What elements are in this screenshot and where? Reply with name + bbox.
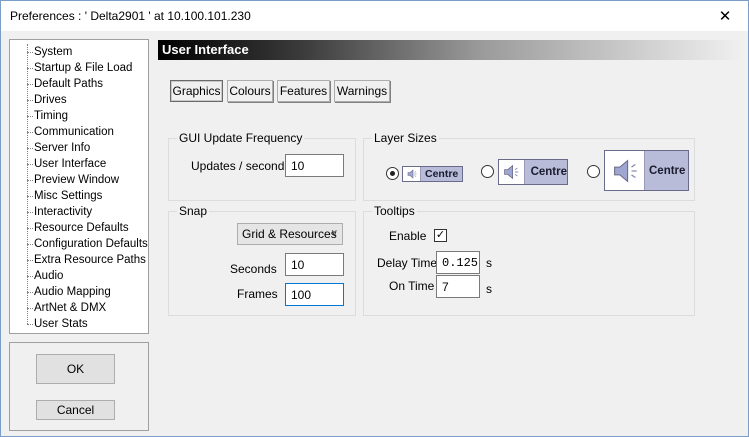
cancel-button[interactable]: Cancel (36, 400, 115, 420)
tab-graphics[interactable]: Graphics (170, 80, 223, 102)
tree-connector (27, 196, 33, 197)
seconds-label: Seconds (230, 262, 277, 276)
chevron-down-icon: ∨ (330, 228, 338, 239)
tree-connector (27, 148, 33, 149)
tree-item-drives[interactable]: Drives (34, 92, 67, 108)
tree-item-timing[interactable]: Timing (34, 108, 68, 124)
tooltips-title: Tooltips (372, 204, 417, 218)
updates-input[interactable] (285, 154, 344, 177)
tree-item-resource-defaults[interactable]: Resource Defaults (34, 220, 129, 236)
on-time-input[interactable] (436, 275, 480, 298)
tree-connector (27, 276, 33, 277)
speaker-icon (403, 167, 421, 181)
enable-checkbox[interactable]: ✓ (434, 229, 447, 242)
updates-label: Updates / second (191, 159, 285, 173)
tree-connector (27, 228, 33, 229)
tab-features[interactable]: Features (277, 80, 330, 102)
tab-colours[interactable]: Colours (227, 80, 273, 102)
speaker-icon (605, 151, 645, 190)
tree-item-default-paths[interactable]: Default Paths (34, 76, 103, 92)
tree-connector (27, 68, 33, 69)
tree-item-communication[interactable]: Communication (34, 124, 114, 140)
tree-item-startup-and-file-load[interactable]: Startup & File Load (34, 60, 132, 76)
enable-label: Enable (389, 229, 427, 243)
gui-update-group: GUI Update Frequency Updates / second (168, 131, 356, 201)
layer-size-small-chip[interactable]: Centre (402, 166, 463, 182)
tree-connector (27, 44, 28, 324)
delay-time-label: Delay Time (377, 256, 438, 270)
window-title: Preferences : ' Delta2901 ' at 10.100.10… (10, 9, 251, 23)
frames-input[interactable] (285, 283, 344, 306)
tree-connector (27, 84, 33, 85)
tooltips-group: Tooltips Enable ✓ Delay Time s On Time s (363, 204, 695, 316)
tree-item-audio-mapping[interactable]: Audio Mapping (34, 284, 111, 300)
snap-title: Snap (177, 204, 210, 218)
tab-warnings[interactable]: Warnings (334, 80, 390, 102)
close-icon[interactable]: ✕ (702, 1, 748, 31)
speaker-icon (499, 160, 525, 184)
title-bar: Preferences : ' Delta2901 ' at 10.100.10… (1, 1, 748, 31)
tree-connector (27, 164, 33, 165)
tree-connector (27, 132, 33, 133)
tree-connector (27, 324, 33, 325)
tree-connector (27, 260, 33, 261)
tree-item-artnet-and-dmx[interactable]: ArtNet & DMX (34, 300, 106, 316)
tree-item-preview-window[interactable]: Preview Window (34, 172, 119, 188)
tree-connector (27, 100, 33, 101)
on-time-unit: s (486, 282, 492, 296)
layer-size-medium-chip[interactable]: Centre (498, 159, 568, 185)
layer-size-large-chip[interactable]: Centre (604, 150, 689, 191)
snap-mode-select[interactable]: Grid & Resources ∨ (237, 223, 343, 245)
tree-connector (27, 212, 33, 213)
tree-item-user-stats[interactable]: User Stats (34, 316, 88, 332)
on-time-label: On Time (389, 279, 435, 293)
preferences-tree: System Startup & File Load Default Paths Dr… (9, 39, 149, 334)
tree-connector (27, 292, 33, 293)
ok-button[interactable]: OK (36, 354, 115, 384)
tree-item-extra-resource-paths[interactable]: Extra Resource Paths (34, 252, 146, 268)
layer-size-small-radio[interactable] (386, 167, 399, 180)
layer-sizes-group: Layer Sizes Centre Centre Centre (363, 131, 695, 201)
check-icon: ✓ (435, 229, 446, 241)
tree-item-server-info[interactable]: Server Info (34, 140, 90, 156)
delay-unit: s (486, 256, 492, 270)
seconds-input[interactable] (285, 253, 344, 276)
tree-item-user-interface[interactable]: User Interface (34, 156, 106, 172)
gui-update-title: GUI Update Frequency (177, 131, 305, 145)
tree-item-system[interactable]: System (34, 44, 72, 60)
tree-item-misc-settings[interactable]: Misc Settings (34, 188, 102, 204)
delay-time-input[interactable] (436, 251, 480, 274)
section-title: User Interface (158, 40, 743, 60)
snap-mode-value: Grid & Resources (242, 227, 337, 241)
snap-group: Snap Grid & Resources ∨ Seconds Frames (168, 204, 356, 316)
tree-item-configuration-defaults[interactable]: Configuration Defaults (34, 236, 148, 252)
layer-size-large-radio[interactable] (587, 165, 600, 178)
layer-sizes-title: Layer Sizes (372, 131, 439, 145)
tree-connector (27, 180, 33, 181)
tree-connector (27, 308, 33, 309)
button-panel: OK Cancel (9, 342, 149, 431)
layer-size-large-label: Centre (649, 164, 686, 177)
tree-item-interactivity[interactable]: Interactivity (34, 204, 92, 220)
layer-size-medium-radio[interactable] (481, 165, 494, 178)
tree-connector (27, 52, 33, 53)
layer-size-small-label: Centre (425, 168, 459, 180)
tree-item-audio[interactable]: Audio (34, 268, 63, 284)
tree-connector (27, 244, 33, 245)
preferences-window: Preferences : ' Delta2901 ' at 10.100.10… (0, 0, 749, 437)
tree-connector (27, 116, 33, 117)
frames-label: Frames (237, 287, 278, 301)
layer-size-medium-label: Centre (530, 166, 567, 178)
